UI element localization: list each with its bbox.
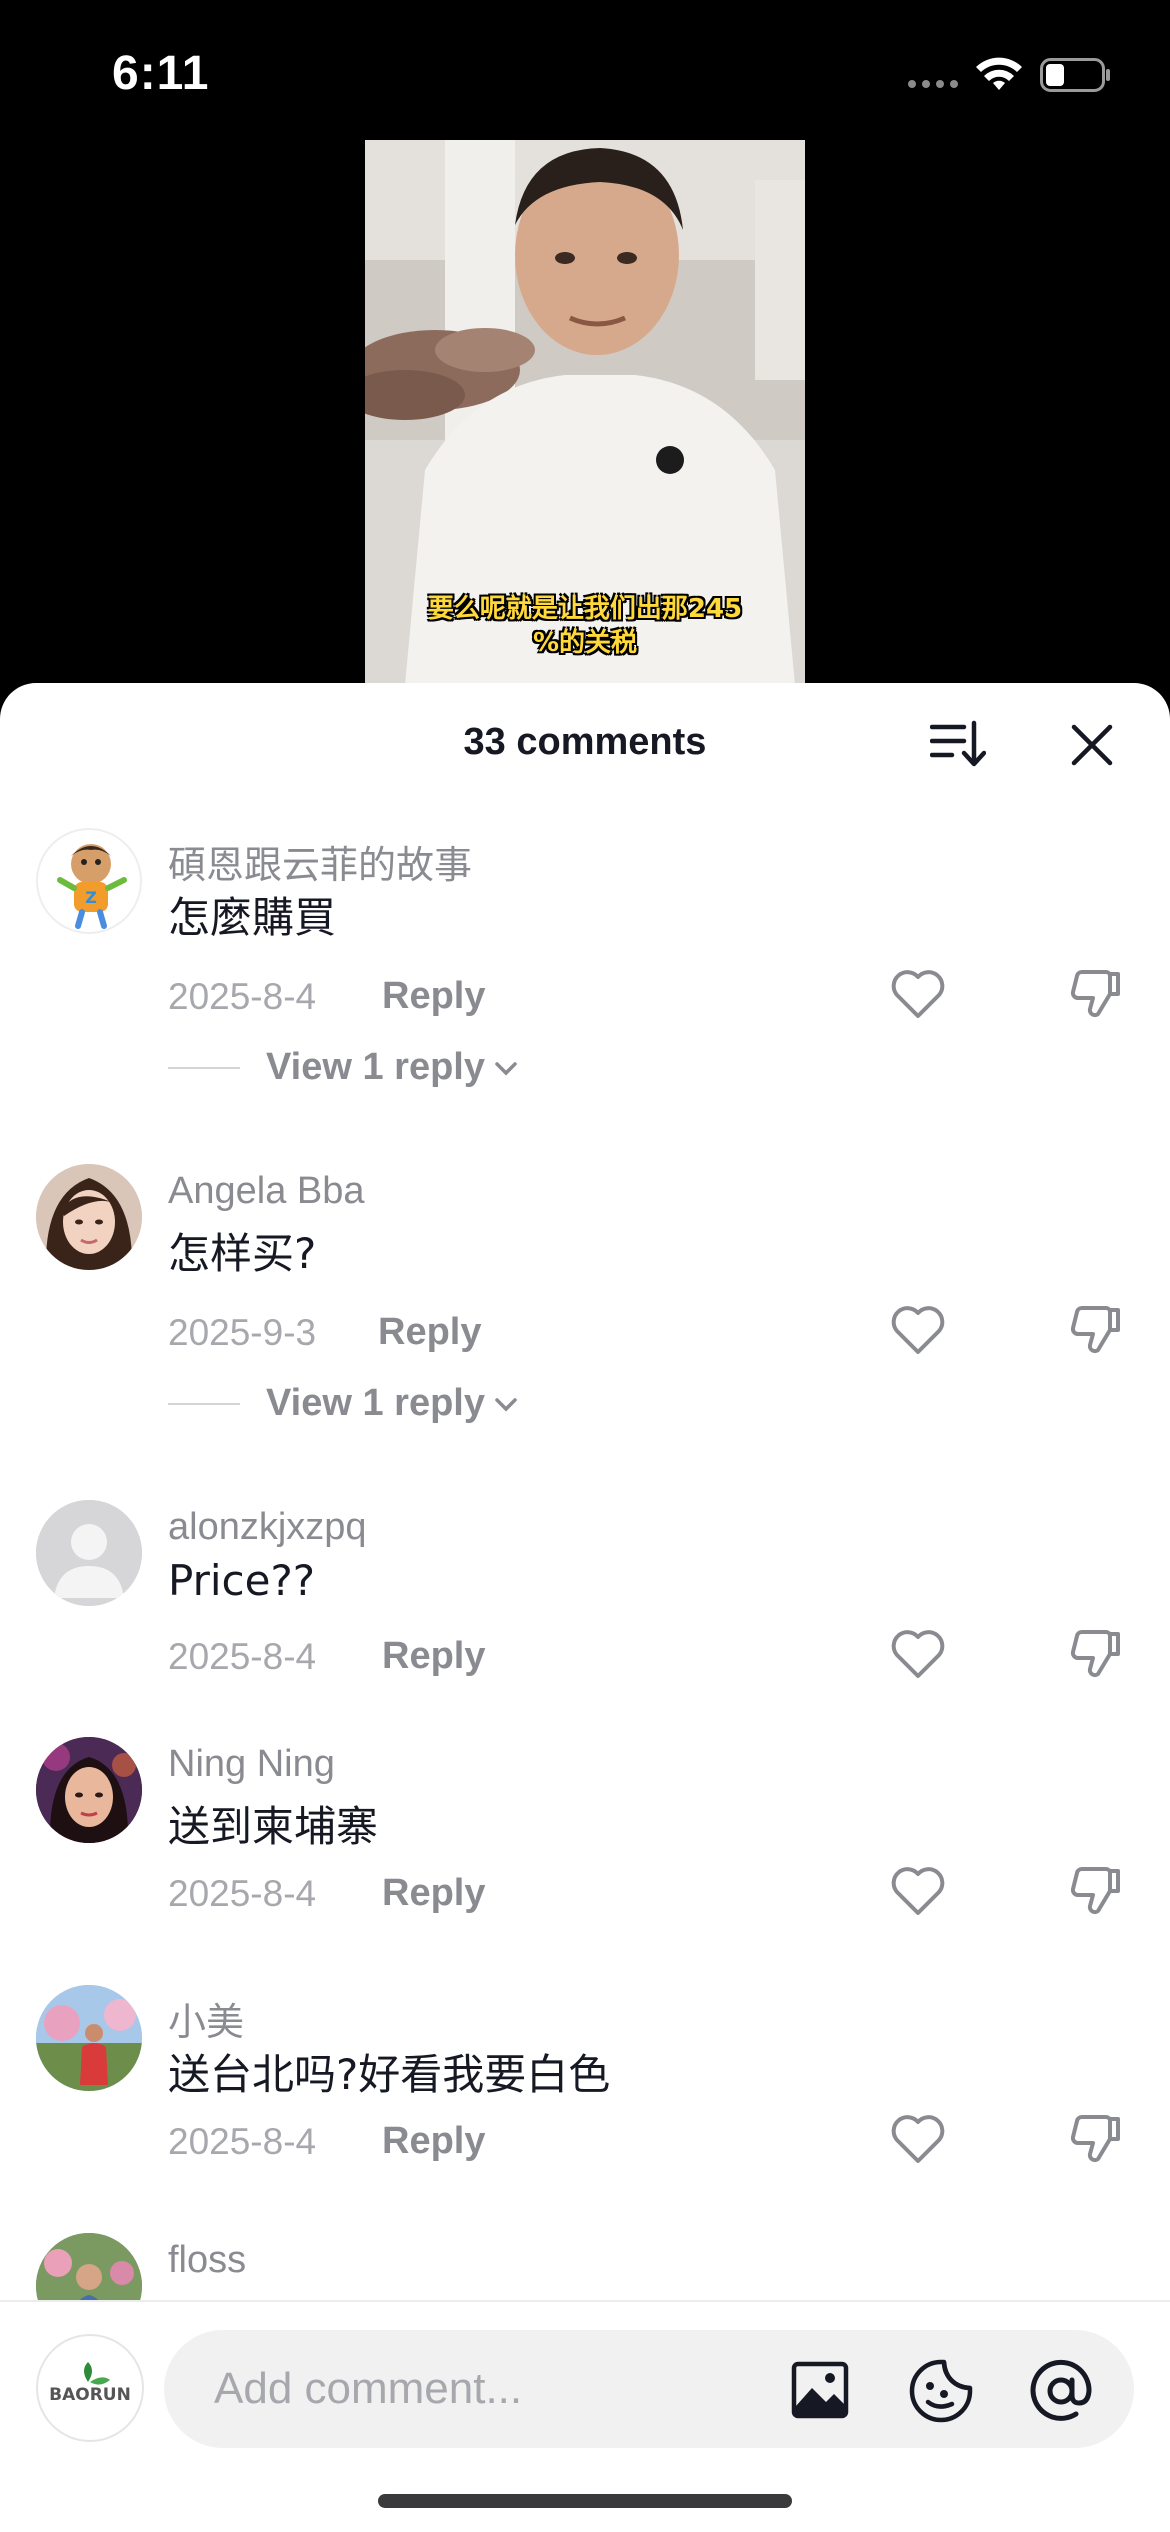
- battery-icon: [1040, 58, 1110, 92]
- chevron-down-icon: [495, 1397, 517, 1411]
- at-mention-icon[interactable]: [1028, 2358, 1094, 2424]
- comment-input[interactable]: [214, 2330, 774, 2448]
- heart-icon[interactable]: [890, 1628, 946, 1680]
- comment-username[interactable]: floss: [168, 2239, 246, 2282]
- comments-sheet: 33 comments Z 碩恩跟云菲的故事 怎麼購買 2025-8-4 Rep…: [0, 683, 1170, 2532]
- video-player[interactable]: 要么呢就是让我们出那245 %的关税: [365, 140, 805, 685]
- comment-date: 2025-9-3: [168, 1312, 317, 1353]
- svg-text:Z: Z: [85, 888, 97, 907]
- avatar[interactable]: [36, 1164, 142, 1270]
- comment-text: Price??: [168, 1556, 316, 1605]
- comment-username[interactable]: 小美: [168, 1991, 244, 2046]
- comments-header: 33 comments: [0, 683, 1170, 803]
- comment-date: 2025-8-4: [168, 2121, 317, 2162]
- comments-count: 33 comments: [463, 721, 707, 763]
- thumbs-down-icon[interactable]: [1068, 1861, 1124, 1917]
- comment-text: 怎样买?: [168, 1229, 317, 1278]
- reply-button[interactable]: Reply: [382, 975, 485, 1018]
- reply-button[interactable]: Reply: [378, 1311, 481, 1354]
- caption-line-2: %的关税: [532, 628, 638, 658]
- brand-logo-text: BAORUN: [49, 2385, 131, 2405]
- wifi-icon: [976, 57, 1022, 90]
- thumbs-down-icon[interactable]: [1068, 2109, 1124, 2165]
- avatar[interactable]: [36, 1500, 142, 1606]
- chevron-down-icon: [495, 1061, 517, 1075]
- sticker-icon[interactable]: [908, 2358, 974, 2424]
- comment-date: 2025-8-4: [168, 1636, 317, 1677]
- cellular-signal-icon: [908, 80, 958, 88]
- comment-username[interactable]: alonzkjxzpq: [168, 1506, 367, 1549]
- view-replies-label: View 1 reply: [266, 1382, 485, 1424]
- image-icon[interactable]: [790, 2360, 850, 2420]
- heart-icon[interactable]: [890, 1304, 946, 1356]
- heart-icon[interactable]: [890, 1865, 946, 1917]
- status-time: 6:11: [112, 47, 210, 100]
- comment-input-container[interactable]: [164, 2330, 1134, 2448]
- thumbs-down-icon[interactable]: [1068, 964, 1124, 1020]
- avatar[interactable]: [36, 1737, 142, 1843]
- heart-icon[interactable]: [890, 968, 946, 1020]
- comment-username[interactable]: 碩恩跟云菲的故事: [168, 834, 472, 889]
- comment-date: 2025-8-4: [168, 976, 317, 1017]
- video-caption: 要么呢就是让我们出那245 %的关税: [379, 592, 791, 660]
- comment-date: 2025-8-4: [168, 1873, 317, 1914]
- comment-text: 送台北吗?好看我要白色: [168, 2050, 611, 2099]
- status-bar: 6:11: [0, 0, 1170, 150]
- comment-composer: BAORUN: [0, 2300, 1170, 2532]
- thumbs-down-icon[interactable]: [1068, 1300, 1124, 1356]
- current-user-avatar[interactable]: BAORUN: [36, 2334, 144, 2442]
- thumbs-down-icon[interactable]: [1068, 1624, 1124, 1680]
- home-indicator[interactable]: [378, 2494, 792, 2508]
- comment-username[interactable]: Angela Bba: [168, 1170, 365, 1213]
- avatar[interactable]: Z: [36, 828, 142, 934]
- view-replies-label: View 1 reply: [266, 1046, 485, 1088]
- heart-icon[interactable]: [890, 2113, 946, 2165]
- comment-username[interactable]: Ning Ning: [168, 1743, 335, 1786]
- reply-button[interactable]: Reply: [382, 1635, 485, 1678]
- view-replies-button[interactable]: View 1 reply: [168, 1046, 519, 1089]
- caption-line-1: 要么呢就是让我们出那245: [427, 594, 743, 624]
- close-icon[interactable]: [1070, 723, 1114, 767]
- comment-text: 怎麼購買: [168, 893, 337, 942]
- reply-button[interactable]: Reply: [382, 2120, 485, 2163]
- sort-icon[interactable]: [930, 719, 986, 769]
- view-replies-button[interactable]: View 1 reply: [168, 1382, 519, 1425]
- reply-button[interactable]: Reply: [382, 1872, 485, 1915]
- comment-text: 送到柬埔寨: [168, 1802, 379, 1851]
- avatar[interactable]: [36, 1985, 142, 2091]
